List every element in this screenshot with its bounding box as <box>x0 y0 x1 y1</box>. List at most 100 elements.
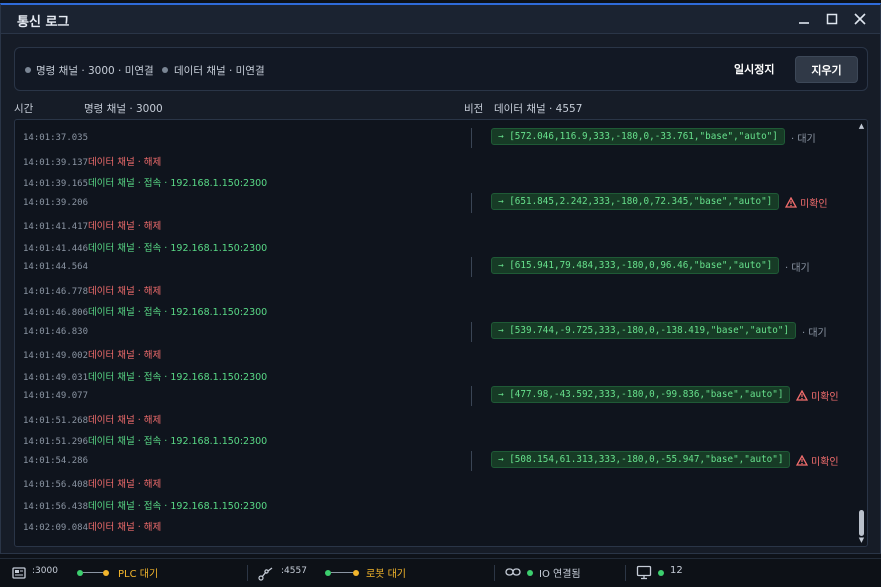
minimize-icon[interactable] <box>794 9 814 29</box>
close-icon[interactable] <box>850 9 870 29</box>
plc-port: :3000 <box>32 566 58 576</box>
client-count: 12 <box>670 565 683 576</box>
pause-button[interactable]: 일시정지 <box>734 61 774 77</box>
plc-status: PLC 대기 <box>118 569 159 580</box>
log-row: 14:01:49.031데이터 채널 · 접속 · 192.168.1.150:… <box>23 369 267 383</box>
log-row: 14:01:37.035 <box>23 132 88 143</box>
log-timestamp: 14:02:09.084 <box>23 523 89 533</box>
window-title: 통신 로그 <box>17 15 70 30</box>
log-row: 14:01:56.438데이터 채널 · 접속 · 192.168.1.150:… <box>23 498 267 512</box>
robot-link-dot <box>325 570 331 576</box>
log-timestamp: 14:01:39.165 <box>23 179 89 189</box>
column-divider <box>471 257 472 277</box>
log-panel[interactable]: ▲ ▼ 14:01:37.035 → [572.046,116.9,333,-18… <box>14 119 868 547</box>
log-timestamp: 14:01:41.417 <box>23 222 89 232</box>
scroll-down-icon[interactable]: ▼ <box>858 536 865 544</box>
log-row: 14:01:49.002데이터 채널 · 해제 <box>23 347 161 361</box>
warning-icon <box>796 390 808 401</box>
connect-message: 데이터 채널 · 접속 · 192.168.1.150:2300 <box>88 178 268 189</box>
connect-message: 데이터 채널 · 접속 · 192.168.1.150:2300 <box>88 307 268 318</box>
data-payload: → [572.046,116.9,333,-180,0,-33.761,"bas… <box>491 128 785 145</box>
control-bar: 명령 채널 · 3000 · 미연결 데이터 채널 · 미연결 일시정지 지우기 <box>14 47 868 91</box>
scroll-up-icon[interactable]: ▲ <box>858 122 865 130</box>
connect-message: 데이터 채널 · 접속 · 192.168.1.150:2300 <box>88 371 268 383</box>
disconnect-message: 데이터 채널 · 해제 <box>88 221 162 232</box>
disconnect-message: 데이터 채널 · 해제 <box>88 350 162 361</box>
disconnect-message: 데이터 채널 · 해제 <box>88 156 162 168</box>
waiting-status: · 대기 <box>785 259 810 274</box>
column-divider <box>471 192 472 213</box>
column-header-data: 데이터 채널 · 4557 <box>494 103 583 115</box>
column-divider <box>471 128 472 148</box>
log-timestamp: 14:01:46.778 <box>23 286 89 297</box>
titlebar: 통신 로그 <box>1 5 880 34</box>
unconfirmed-status: 미확인 <box>785 195 828 210</box>
robot-port: :4557 <box>281 566 307 576</box>
robot-status: 로봇 대기 <box>366 569 406 580</box>
log-row: 14:01:44.564 <box>23 261 88 272</box>
log-row: 14:01:41.417데이터 채널 · 해제 <box>23 218 161 232</box>
io-status: IO 연결됨 <box>539 569 581 580</box>
link-icon <box>505 568 521 576</box>
log-timestamp: 14:01:39.206 <box>23 197 89 208</box>
disconnect-message: 데이터 채널 · 해제 <box>88 522 162 533</box>
column-header-time: 시간 <box>14 103 34 115</box>
log-row: 14:01:46.806데이터 채널 · 접속 · 192.168.1.150:… <box>23 304 267 318</box>
status-label: · 대기 <box>785 263 810 274</box>
log-timestamp: 14:01:51.268 <box>23 415 89 426</box>
status-label: · 대기 <box>802 327 827 339</box>
connect-message: 데이터 채널 · 접속 · 192.168.1.150:2300 <box>88 500 268 512</box>
log-row: 14:01:41.446데이터 채널 · 접속 · 192.168.1.150:… <box>23 240 267 254</box>
column-header-vision: 비전 <box>464 103 484 115</box>
maximize-icon[interactable] <box>822 9 842 29</box>
waiting-status: · 대기 <box>802 324 827 339</box>
status-label: 미확인 <box>811 392 839 403</box>
waiting-status: · 대기 <box>791 130 816 145</box>
scrollbar[interactable]: ▲ ▼ <box>858 122 865 544</box>
log-timestamp: 14:01:49.002 <box>23 351 89 361</box>
log-row: 14:01:51.268데이터 채널 · 해제 <box>23 412 161 426</box>
status-separator <box>247 565 248 581</box>
data-channel-status: 데이터 채널 · 미연결 <box>174 65 265 77</box>
log-timestamp: 14:01:49.077 <box>23 391 89 401</box>
log-timestamp: 14:01:37.035 <box>23 133 89 143</box>
column-header-cmd: 명령 채널 · 3000 <box>84 103 163 115</box>
clear-button[interactable]: 지우기 <box>795 56 858 83</box>
log-timestamp: 14:01:49.031 <box>23 372 89 383</box>
scrollbar-thumb[interactable] <box>859 510 864 536</box>
log-row: 14:01:39.165데이터 채널 · 접속 · 192.168.1.150:… <box>23 175 267 189</box>
log-row: 14:01:46.830 <box>23 326 88 337</box>
log-row: 14:01:49.077 <box>23 390 88 401</box>
log-window: 통신 로그 명령 채널 · 3000 · 미연결 데이터 채널 · 미연결 일시… <box>0 3 881 554</box>
cmd-channel-status: 명령 채널 · 3000 · 미연결 <box>36 65 154 77</box>
log-row: 14:02:09.084데이터 채널 · 해제 <box>23 519 161 533</box>
status-separator <box>625 565 626 581</box>
connect-message: 데이터 채널 · 접속 · 192.168.1.150:2300 <box>88 242 268 254</box>
column-divider <box>471 386 472 406</box>
disconnect-message: 데이터 채널 · 해제 <box>88 479 162 490</box>
status-label: 미확인 <box>800 198 828 210</box>
status-bar: :3000 PLC 대기 :4557 로봇 대기 IO 연결됨 12 <box>0 558 881 587</box>
warning-icon <box>785 196 797 208</box>
log-timestamp: 14:01:39.137 <box>23 157 89 168</box>
disconnect-message: 데이터 채널 · 해제 <box>88 414 162 426</box>
log-row: 14:01:39.206 <box>23 197 88 208</box>
unconfirmed-status: 미확인 <box>796 453 839 468</box>
log-row: 14:01:56.408데이터 채널 · 해제 <box>23 476 161 490</box>
data-channel-status-dot <box>162 67 168 73</box>
column-divider <box>471 450 472 471</box>
data-payload: → [615.941,79.484,333,-180,0,96.46,"base… <box>491 257 780 274</box>
log-row: 14:01:54.286 <box>23 455 88 466</box>
data-payload: → [508.154,61.313,333,-180,0,-55.947,"ba… <box>491 450 791 468</box>
log-timestamp: 14:01:56.408 <box>23 480 89 490</box>
warning-icon <box>796 454 808 466</box>
status-label: 미확인 <box>811 456 839 468</box>
log-timestamp: 14:01:41.446 <box>23 243 89 254</box>
robot-status-dot <box>353 570 359 576</box>
io-status-dot <box>527 570 533 576</box>
log-row: 14:01:51.296데이터 채널 · 접속 · 192.168.1.150:… <box>23 433 267 447</box>
client-status-dot <box>658 570 664 576</box>
monitor-icon <box>636 565 652 580</box>
unconfirmed-status: 미확인 <box>796 388 839 403</box>
plc-icon <box>12 567 26 579</box>
